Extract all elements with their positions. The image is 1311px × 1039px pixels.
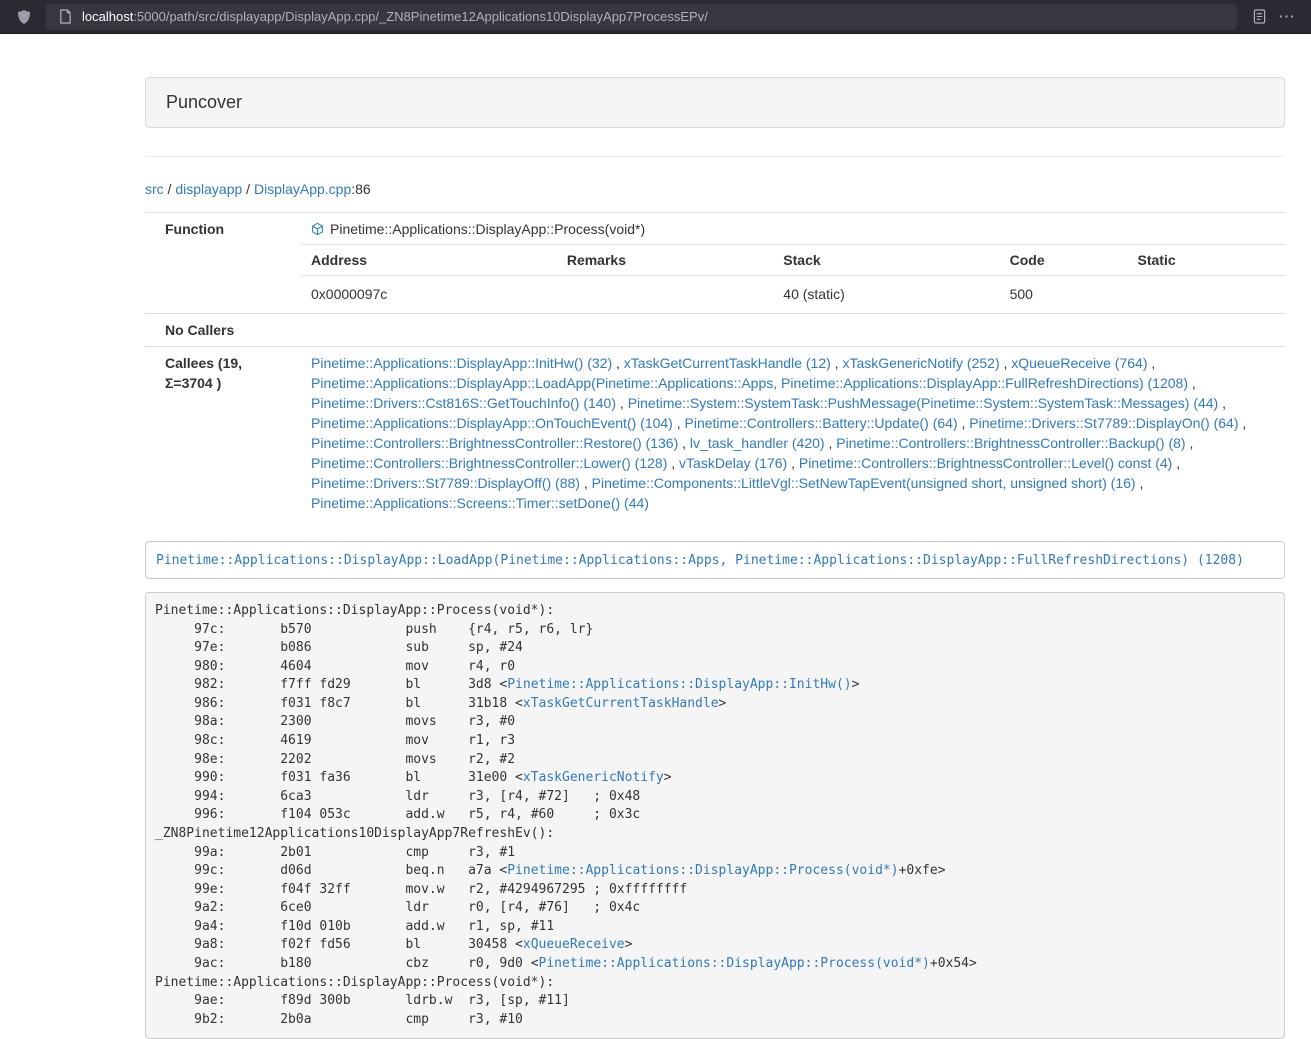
url-host: localhost bbox=[82, 9, 133, 24]
page-title: Puncover bbox=[145, 77, 1285, 128]
value-remarks bbox=[557, 276, 773, 314]
asm-symbol-link[interactable]: Pinetime::Applications::DisplayApp::Init… bbox=[507, 677, 851, 692]
page-icon[interactable] bbox=[56, 4, 74, 30]
callee-link[interactable]: Pinetime::Applications::DisplayApp::OnTo… bbox=[311, 415, 673, 431]
value-address: 0x0000097c bbox=[301, 276, 557, 314]
asm-symbol-link[interactable]: xQueueReceive bbox=[523, 937, 625, 952]
highlighted-callee-link[interactable]: Pinetime::Applications::DisplayApp::Load… bbox=[156, 553, 1244, 568]
function-cube-icon bbox=[311, 222, 324, 236]
breadcrumb-link[interactable]: src bbox=[145, 181, 164, 197]
callee-link[interactable]: Pinetime::Applications::Screens::Timer::… bbox=[311, 495, 649, 511]
callee-link[interactable]: Pinetime::Components::LittleVgl::SetNewT… bbox=[592, 475, 1136, 491]
asm-line: 9a2: 6ce0 ldr r0, [r4, #76] ; 0x4c bbox=[155, 899, 1275, 918]
stats-header-row: Address Remarks Stack Code Static bbox=[301, 245, 1285, 276]
callees-list: Pinetime::Applications::DisplayApp::Init… bbox=[301, 347, 1285, 520]
asm-line: Pinetime::Applications::DisplayApp::Proc… bbox=[155, 602, 1275, 621]
divider bbox=[145, 156, 1285, 157]
callees-label: Callees (19, Σ=3704 ) bbox=[145, 347, 301, 520]
function-stats-table: Address Remarks Stack Code Static 0x0000… bbox=[301, 244, 1285, 313]
asm-line: 980: 4604 mov r4, r0 bbox=[155, 658, 1275, 677]
asm-line: 99e: f04f 32ff mov.w r2, #4294967295 ; 0… bbox=[155, 881, 1275, 900]
value-static bbox=[1128, 276, 1285, 314]
callee-link[interactable]: Pinetime::Drivers::St7789::DisplayOff() … bbox=[311, 475, 580, 491]
asm-line: 982: f7ff fd29 bl 3d8 <Pinetime::Applica… bbox=[155, 676, 1275, 695]
asm-line: 9ac: b180 cbz r0, 9d0 <Pinetime::Applica… bbox=[155, 955, 1275, 974]
callee-link[interactable]: Pinetime::Controllers::BrightnessControl… bbox=[836, 435, 1185, 451]
asm-line: 9ae: f89d 300b ldrb.w r3, [sp, #11] bbox=[155, 992, 1275, 1011]
asm-line: 97c: b570 push {r4, r5, r6, lr} bbox=[155, 621, 1275, 640]
no-callers-row: No Callers bbox=[145, 314, 1285, 347]
callee-link[interactable]: xTaskGenericNotify (252) bbox=[842, 355, 999, 371]
column-static: Static bbox=[1128, 245, 1285, 276]
callee-link[interactable]: xTaskGetCurrentTaskHandle (12) bbox=[624, 355, 831, 371]
callee-link[interactable]: Pinetime::Controllers::BrightnessControl… bbox=[799, 455, 1172, 471]
callees-row: Callees (19, Σ=3704 ) Pinetime::Applicat… bbox=[145, 347, 1285, 520]
breadcrumb: src / displayapp / DisplayApp.cpp:86 bbox=[145, 179, 1285, 199]
asm-line: 9b2: 2b0a cmp r3, #10 bbox=[155, 1011, 1275, 1030]
asm-line: 994: 6ca3 ldr r3, [r4, #72] ; 0x48 bbox=[155, 788, 1275, 807]
stats-value-row: 0x0000097c 40 (static) 500 bbox=[301, 276, 1285, 314]
breadcrumb-link[interactable]: displayapp bbox=[175, 181, 242, 197]
function-name-row: Pinetime::Applications::DisplayApp::Proc… bbox=[301, 219, 1285, 239]
asm-line: Pinetime::Applications::DisplayApp::Proc… bbox=[155, 974, 1275, 993]
asm-line: _ZN8Pinetime12Applications10DisplayApp7R… bbox=[155, 825, 1275, 844]
asm-line: 9a8: f02f fd56 bl 30458 <xQueueReceive> bbox=[155, 936, 1275, 955]
breadcrumb-separator: / bbox=[242, 181, 254, 197]
browser-toolbar: localhost:5000/path/src/displayapp/Displ… bbox=[0, 0, 1311, 34]
asm-line: 990: f031 fa36 bl 31e00 <xTaskGenericNot… bbox=[155, 769, 1275, 788]
column-code: Code bbox=[1000, 245, 1128, 276]
asm-symbol-link[interactable]: Pinetime::Applications::DisplayApp::Proc… bbox=[507, 863, 898, 878]
function-label: Function bbox=[145, 213, 301, 314]
callee-link[interactable]: Pinetime::Controllers::BrightnessControl… bbox=[311, 435, 678, 451]
callee-link[interactable]: xQueueReceive (764) bbox=[1011, 355, 1147, 371]
page-content: Puncover src / displayapp / DisplayApp.c… bbox=[145, 34, 1285, 1039]
asm-line: 98a: 2300 movs r3, #0 bbox=[155, 713, 1275, 732]
callee-link[interactable]: Pinetime::Drivers::Cst816S::GetTouchInfo… bbox=[311, 395, 616, 411]
callee-link[interactable]: Pinetime::Controllers::BrightnessControl… bbox=[311, 455, 667, 471]
assembly-code: Pinetime::Applications::DisplayApp::Proc… bbox=[145, 592, 1285, 1039]
callee-link[interactable]: Pinetime::Applications::DisplayApp::Load… bbox=[311, 375, 1188, 391]
breadcrumb-separator: / bbox=[164, 181, 176, 197]
asm-line: 99a: 2b01 cmp r3, #1 bbox=[155, 844, 1275, 863]
highlighted-callee-box: Pinetime::Applications::DisplayApp::Load… bbox=[145, 541, 1285, 579]
function-name: Pinetime::Applications::DisplayApp::Proc… bbox=[330, 219, 645, 239]
function-table: Function Pinetime::Applications::Display… bbox=[145, 212, 1285, 519]
asm-line: 97e: b086 sub sp, #24 bbox=[155, 639, 1275, 658]
asm-line: 99c: d06d beq.n a7a <Pinetime::Applicati… bbox=[155, 862, 1275, 881]
asm-line: 986: f031 f8c7 bl 31b18 <xTaskGetCurrent… bbox=[155, 695, 1275, 714]
asm-symbol-link[interactable]: xTaskGenericNotify bbox=[523, 770, 664, 785]
asm-symbol-link[interactable]: Pinetime::Applications::DisplayApp::Proc… bbox=[539, 956, 930, 971]
asm-symbol-link[interactable]: xTaskGetCurrentTaskHandle bbox=[523, 696, 719, 711]
breadcrumb-link[interactable]: DisplayApp.cpp bbox=[254, 181, 351, 197]
callee-link[interactable]: Pinetime::System::SystemTask::PushMessag… bbox=[628, 395, 1219, 411]
callee-link[interactable]: Pinetime::Drivers::St7789::DisplayOn() (… bbox=[969, 415, 1238, 431]
more-menu-icon[interactable]: ⋯ bbox=[1273, 4, 1301, 30]
asm-line: 98e: 2202 movs r2, #2 bbox=[155, 751, 1275, 770]
shield-icon[interactable] bbox=[10, 4, 38, 30]
column-remarks: Remarks bbox=[557, 245, 773, 276]
url-text: localhost:5000/path/src/displayapp/Displ… bbox=[82, 9, 708, 24]
url-bar[interactable]: localhost:5000/path/src/displayapp/Displ… bbox=[46, 4, 1237, 30]
column-stack: Stack bbox=[773, 245, 999, 276]
no-callers-label: No Callers bbox=[145, 314, 301, 347]
callee-link[interactable]: Pinetime::Applications::DisplayApp::Init… bbox=[311, 355, 612, 371]
value-code: 500 bbox=[1000, 276, 1128, 314]
asm-line: 9a4: f10d 010b add.w r1, sp, #11 bbox=[155, 918, 1275, 937]
asm-line: 996: f104 053c add.w r5, r4, #60 ; 0x3c bbox=[155, 806, 1275, 825]
value-stack: 40 (static) bbox=[773, 276, 999, 314]
breadcrumb-line-number: :86 bbox=[351, 181, 370, 197]
reader-view-icon[interactable] bbox=[1245, 4, 1273, 30]
callee-link[interactable]: Pinetime::Controllers::Battery::Update()… bbox=[685, 415, 958, 431]
column-address: Address bbox=[301, 245, 557, 276]
callee-link[interactable]: lv_task_handler (420) bbox=[690, 435, 825, 451]
asm-line: 98c: 4619 mov r1, r3 bbox=[155, 732, 1275, 751]
function-row: Function Pinetime::Applications::Display… bbox=[145, 213, 1285, 314]
callee-link[interactable]: vTaskDelay (176) bbox=[679, 455, 787, 471]
url-path: :5000/path/src/displayapp/DisplayApp.cpp… bbox=[133, 9, 708, 24]
